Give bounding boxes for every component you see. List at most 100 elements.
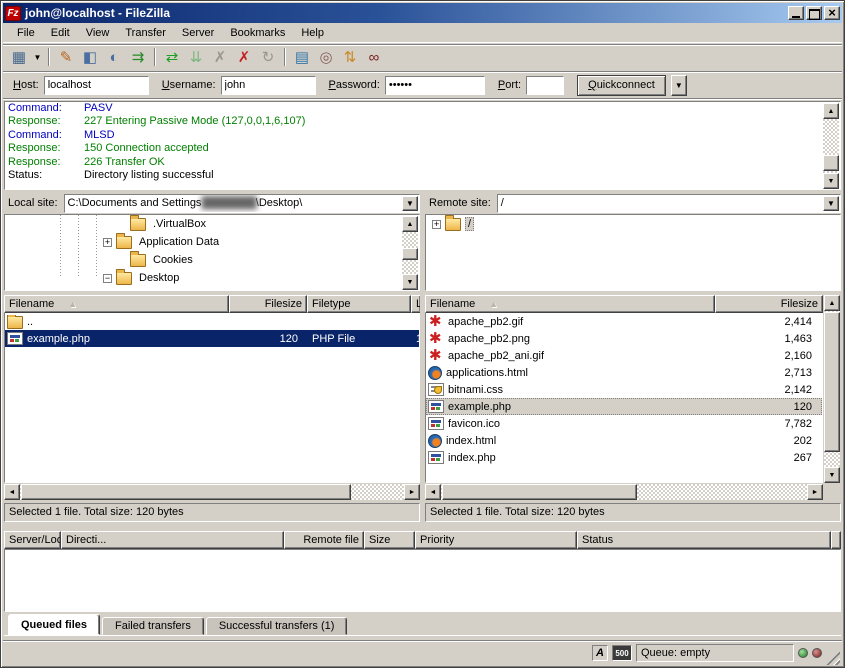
- log-scrollbar[interactable]: [823, 103, 839, 189]
- close-button[interactable]: [824, 6, 840, 20]
- tree-expander-icon[interactable]: +: [432, 220, 441, 229]
- file-row[interactable]: applications.html 2,713: [426, 364, 822, 381]
- port-input[interactable]: [526, 76, 564, 95]
- tree-item[interactable]: Cookies: [5, 251, 419, 269]
- column-header-filetype[interactable]: Filetype: [307, 295, 411, 313]
- file-row[interactable]: example.php 120 PHP File 1: [5, 330, 419, 347]
- scroll-thumb[interactable]: [823, 155, 839, 171]
- log-line-text: 227 Entering Passive Mode (127,0,0,1,6,1…: [84, 115, 305, 128]
- username-input[interactable]: [221, 76, 316, 95]
- dropdown-arrow-icon[interactable]: ▼: [402, 196, 418, 211]
- toolbar-button[interactable]: ✗: [208, 46, 232, 68]
- scroll-down-icon[interactable]: [824, 467, 840, 483]
- toolbar-button[interactable]: ∞: [362, 46, 386, 68]
- tree-item[interactable]: − Desktop: [5, 269, 419, 287]
- column-header-filename[interactable]: Filename▲: [425, 295, 715, 313]
- remote-path-combobox[interactable]: / ▼: [497, 194, 841, 213]
- remote-list-vscrollbar[interactable]: [824, 295, 840, 483]
- queue-column-header[interactable]: Priority: [415, 531, 577, 549]
- toolbar-button[interactable]: ↻: [256, 46, 280, 68]
- file-row[interactable]: apache_pb2_ani.gif 2,160: [426, 347, 822, 364]
- queue-column-header[interactable]: Directi...: [61, 531, 284, 549]
- file-row[interactable]: index.html 202: [426, 432, 822, 449]
- toolbar-button[interactable]: ▦: [7, 46, 31, 68]
- maximize-button[interactable]: [806, 6, 822, 20]
- scroll-thumb[interactable]: [824, 312, 840, 452]
- file-name: example.php: [27, 333, 90, 345]
- scroll-right-icon[interactable]: [807, 484, 823, 500]
- queue-column-header[interactable]: Server/Local file: [4, 531, 61, 549]
- tree-item[interactable]: + /: [426, 215, 840, 233]
- menu-item[interactable]: View: [78, 25, 118, 41]
- host-input[interactable]: [44, 76, 149, 95]
- file-row[interactable]: index.php 267: [426, 449, 822, 466]
- tree-item[interactable]: .VirtualBox: [5, 215, 419, 233]
- toolbar-button[interactable]: ✎: [54, 46, 78, 68]
- toolbar-button[interactable]: ⇉: [126, 46, 150, 68]
- toolbar-button[interactable]: ⇊: [184, 46, 208, 68]
- file-name: apache_pb2.gif: [448, 316, 523, 328]
- resize-grip[interactable]: [826, 651, 840, 665]
- queue-tab[interactable]: Successful transfers (1): [206, 617, 348, 635]
- menu-item[interactable]: File: [9, 25, 43, 41]
- file-size: 2,713: [716, 367, 822, 379]
- column-header-filesize[interactable]: Filesize: [715, 295, 823, 313]
- queue-column-header[interactable]: Remote file: [284, 531, 364, 549]
- local-path-combobox[interactable]: C:\Documents and Settings████████\Deskto…: [64, 194, 420, 213]
- site-manager-dropdown-arrow-icon[interactable]: ▼: [31, 46, 44, 68]
- remote-list-hscrollbar[interactable]: [425, 484, 823, 500]
- dropdown-arrow-icon[interactable]: ▼: [823, 196, 839, 211]
- file-row[interactable]: example.php 120: [426, 398, 822, 415]
- toolbar-icon: ▤: [295, 48, 309, 66]
- toolbar-button[interactable]: ✗: [232, 46, 256, 68]
- quickconnect-button[interactable]: Quickconnect: [577, 75, 666, 96]
- queue-column-header[interactable]: [831, 531, 841, 549]
- menu-item[interactable]: Server: [174, 25, 222, 41]
- toolbar-button[interactable]: ⇄: [160, 46, 184, 68]
- column-header-filename[interactable]: Filename▲: [4, 295, 229, 313]
- file-row[interactable]: apache_pb2.png 1,463: [426, 330, 822, 347]
- activity-led-green-icon: [798, 648, 808, 658]
- scroll-left-icon[interactable]: [425, 484, 441, 500]
- scroll-left-icon[interactable]: [4, 484, 20, 500]
- toolbar-button[interactable]: ◐: [102, 46, 126, 68]
- title-bar[interactable]: Fz john@localhost - FileZilla: [3, 3, 842, 23]
- queue-tab[interactable]: Failed transfers: [102, 617, 204, 635]
- column-header-last-modified[interactable]: L: [411, 295, 420, 313]
- toolbar-button[interactable]: ◎: [314, 46, 338, 68]
- scroll-up-icon[interactable]: [402, 216, 418, 232]
- queue-tab[interactable]: Queued files: [8, 614, 100, 635]
- tree-item[interactable]: + Application Data: [5, 233, 419, 251]
- scroll-thumb[interactable]: [402, 248, 418, 260]
- queue-column-header[interactable]: Status: [577, 531, 831, 549]
- file-row[interactable]: bitnami.css 2,142: [426, 381, 822, 398]
- toolbar-button[interactable]: ⇅: [338, 46, 362, 68]
- menu-item[interactable]: Edit: [43, 25, 78, 41]
- column-header-filesize[interactable]: Filesize: [229, 295, 307, 313]
- local-tree-scrollbar[interactable]: [402, 216, 418, 290]
- file-row[interactable]: ..: [5, 313, 419, 330]
- scroll-right-icon[interactable]: [404, 484, 420, 500]
- menu-item[interactable]: Help: [293, 25, 332, 41]
- scroll-down-icon[interactable]: [402, 274, 418, 290]
- toolbar-button[interactable]: ▤: [290, 46, 314, 68]
- scroll-thumb[interactable]: [442, 484, 637, 500]
- menu-item[interactable]: Bookmarks: [222, 25, 293, 41]
- file-row[interactable]: favicon.ico 7,782: [426, 415, 822, 432]
- scroll-up-icon[interactable]: [824, 295, 840, 311]
- quickconnect-dropdown-arrow-icon[interactable]: ▼: [671, 75, 687, 96]
- local-list-hscrollbar[interactable]: [4, 484, 420, 500]
- scroll-up-icon[interactable]: [823, 103, 839, 119]
- splitter-horizontal[interactable]: [3, 524, 842, 530]
- password-input[interactable]: [385, 76, 485, 95]
- menu-item[interactable]: Transfer: [117, 25, 174, 41]
- minimize-button[interactable]: [788, 6, 804, 20]
- tree-expander-icon[interactable]: −: [103, 274, 112, 283]
- file-row[interactable]: apache_pb2.gif 2,414: [426, 313, 822, 330]
- toolbar-button[interactable]: ◧: [78, 46, 102, 68]
- scroll-down-icon[interactable]: [823, 173, 839, 189]
- scroll-thumb[interactable]: [21, 484, 351, 500]
- tree-expander-icon[interactable]: +: [103, 238, 112, 247]
- queue-column-header[interactable]: Size: [364, 531, 415, 549]
- menu-bar: FileEditViewTransferServerBookmarksHelp: [3, 24, 842, 43]
